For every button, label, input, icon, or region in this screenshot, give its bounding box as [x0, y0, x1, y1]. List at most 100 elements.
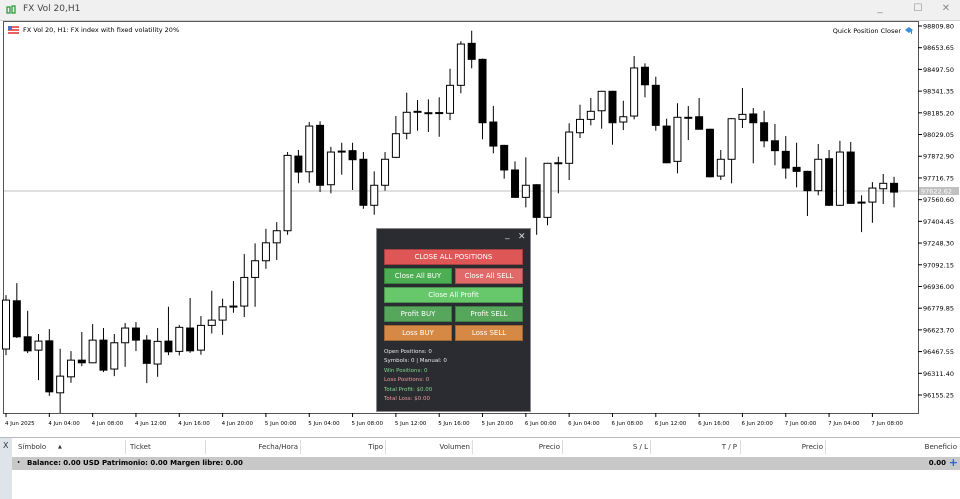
close-all-positions-button[interactable]: CLOSE ALL POSITIONS: [384, 249, 523, 265]
bull-candle: [381, 158, 390, 186]
bull-candle: [435, 112, 444, 115]
y-tick-label: 96467.55: [923, 348, 954, 356]
col-sl[interactable]: S / L: [633, 443, 648, 451]
loss-sell-button[interactable]: Loss SELL: [455, 325, 523, 341]
maximize-window-button[interactable]: ☐: [910, 3, 926, 14]
col-divider[interactable]: [472, 440, 473, 454]
bull-candle: [121, 327, 130, 344]
bear-candle: [770, 140, 779, 152]
bear-candle: [186, 327, 195, 352]
close-all-sell-button[interactable]: Close All SELL: [455, 268, 523, 284]
close-all-profit-button[interactable]: Close All Profit: [384, 287, 523, 303]
bull-candle: [240, 276, 249, 307]
bull-candle: [283, 154, 292, 232]
bull-candle: [673, 116, 682, 162]
bull-candle: [597, 90, 606, 112]
stat-total-loss: Total Loss: $0.00: [384, 396, 431, 402]
x-tick-label: 6 Jun 12:00: [655, 421, 687, 427]
bull-candle: [402, 111, 411, 134]
bull-candle: [575, 118, 584, 134]
col-divider[interactable]: [562, 440, 563, 454]
chart-window-icon: [6, 5, 16, 14]
col-divider[interactable]: [125, 440, 126, 454]
y-tick-label: 98809.80: [923, 23, 954, 31]
profit-buy-button[interactable]: Profit BUY: [384, 306, 452, 322]
col-price[interactable]: Precio: [539, 443, 560, 451]
y-tick-label: 98029.05: [923, 131, 954, 139]
col-ticket[interactable]: Ticket: [130, 443, 151, 451]
stat-win-positions: Win Positions: 0: [384, 368, 428, 374]
bull-candle: [153, 340, 162, 365]
col-divider[interactable]: [650, 440, 651, 454]
y-tick-label: 97404.45: [923, 218, 954, 226]
bear-candle: [695, 116, 704, 130]
bear-candle: [23, 336, 32, 352]
bear-candle: [781, 150, 790, 169]
stat-loss-positions: Loss Positions: 0: [384, 377, 430, 383]
bull-candle: [456, 43, 465, 86]
chart-description: FX Vol 20, H1: FX index with fixed volat…: [23, 26, 180, 34]
x-tick-label: 6 Jun 04:00: [568, 421, 600, 427]
minimize-window-button[interactable]: _: [872, 3, 888, 14]
col-divider[interactable]: [385, 440, 386, 454]
indicator-label[interactable]: Quick Position Closer: [833, 26, 914, 35]
bear-candle: [651, 84, 660, 126]
bear-candle: [164, 340, 173, 353]
sort-asc-icon[interactable]: ▲: [58, 444, 62, 450]
col-divider[interactable]: [825, 440, 826, 454]
panel-close-button[interactable]: ✕: [518, 232, 526, 242]
bear-candle: [532, 184, 541, 218]
col-divider[interactable]: [740, 440, 741, 454]
col-tp[interactable]: T / P: [722, 443, 737, 451]
x-tick-label: 6 Jun 16:00: [698, 421, 730, 427]
y-tick-label: 96155.25: [923, 392, 954, 400]
bull-candle: [218, 306, 227, 321]
quick-position-closer-panel: _ ✕ CLOSE ALL POSITIONS Close All BUY Cl…: [376, 228, 531, 412]
x-tick-label: 5 Jun 20:00: [482, 421, 514, 427]
col-divider[interactable]: [300, 440, 301, 454]
toolbox-close-button[interactable]: X: [3, 441, 8, 450]
col-profit[interactable]: Beneficio: [925, 443, 957, 451]
bull-candle: [738, 113, 747, 120]
window-titlebar: FX Vol 20,H1 _ ☐ ✕: [0, 0, 960, 21]
bull-candle: [229, 305, 238, 308]
bull-candle: [34, 340, 43, 351]
indicator-name: Quick Position Closer: [832, 26, 901, 35]
col-current-price[interactable]: Precio: [802, 443, 823, 451]
x-tick-label: 5 Jun 16:00: [438, 421, 470, 427]
panel-minimize-button[interactable]: _: [505, 230, 510, 240]
close-window-button[interactable]: ✕: [938, 3, 954, 14]
total-profit-value: 0.00: [928, 459, 946, 467]
balance-row[interactable]: • Balance: 0.00 USD Patrimonio: 0.00 Mar…: [12, 456, 960, 470]
bear-candle: [359, 158, 368, 206]
bull-candle: [586, 110, 595, 120]
bear-candle: [825, 158, 834, 206]
x-tick-label: 6 Jun 08:00: [611, 421, 643, 427]
col-divider[interactable]: [205, 440, 206, 454]
bull-candle: [446, 84, 455, 114]
x-tick-label: 4 Jun 08:00: [92, 421, 124, 427]
stat-open-positions: Open Positions: 0: [384, 349, 432, 355]
y-tick-label: 96936.00: [923, 283, 954, 291]
x-tick-label: 4 Jun 20:00: [222, 421, 254, 427]
bull-candle: [543, 162, 552, 218]
col-type[interactable]: Tipo: [368, 443, 383, 451]
close-all-buy-button[interactable]: Close All BUY: [384, 268, 452, 284]
x-tick-label: 4 Jun 16:00: [178, 421, 210, 427]
chart-header: FX Vol 20, H1: FX index with fixed volat…: [8, 26, 179, 34]
x-tick-label: 7 Jun 00:00: [785, 421, 817, 427]
bear-candle: [337, 150, 346, 153]
x-tick-label: 7 Jun 08:00: [871, 421, 903, 427]
window-title: FX Vol 20,H1: [23, 4, 81, 14]
profit-sell-button[interactable]: Profit SELL: [455, 306, 523, 322]
loss-buy-button[interactable]: Loss BUY: [384, 325, 452, 341]
bear-candle: [500, 144, 509, 171]
col-symbol[interactable]: Símbolo: [18, 443, 46, 451]
x-tick-label: 7 Jun 04:00: [828, 421, 860, 427]
bear-candle: [12, 300, 21, 338]
y-tick-label: 96779.85: [923, 305, 954, 313]
col-datetime[interactable]: Fecha/Hora: [258, 443, 298, 451]
add-plus-icon[interactable]: +: [949, 456, 958, 469]
bull-candle: [727, 118, 736, 160]
col-volume[interactable]: Volumen: [440, 443, 470, 451]
